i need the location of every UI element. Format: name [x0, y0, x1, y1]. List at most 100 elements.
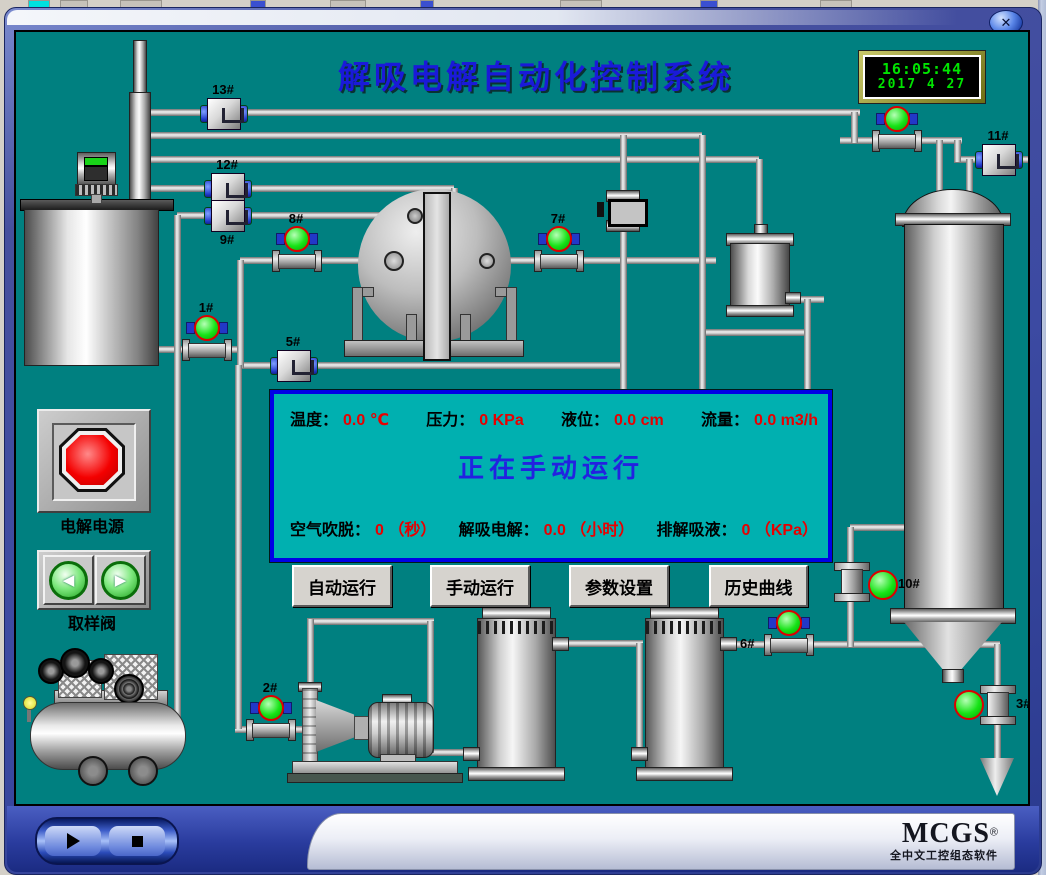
- vent-stack: [129, 92, 151, 210]
- power-button-panel: [37, 409, 151, 513]
- valve-1[interactable]: 1#: [182, 315, 230, 359]
- mixer-motor-lamp: [84, 157, 108, 166]
- sample-valve-label: 取样阀: [37, 610, 147, 634]
- pipe: [235, 365, 242, 729]
- metric-label: 温度：: [290, 412, 338, 429]
- valve-label: 7#: [538, 211, 578, 226]
- stop-button[interactable]: [109, 826, 165, 856]
- drain-arrow: [980, 758, 1014, 796]
- valve-body: [278, 254, 316, 269]
- valve-2[interactable]: 2#: [246, 695, 294, 739]
- valve-13[interactable]: 13#: [200, 98, 246, 128]
- pipe: [148, 132, 702, 139]
- filter-tank-outlet: [785, 292, 801, 304]
- metric-label: 压力：: [426, 412, 474, 429]
- valve-label: 3#: [1016, 696, 1030, 711]
- pump-base-shadow: [287, 773, 463, 783]
- inline-meter-bracket: [597, 202, 604, 217]
- valve-12[interactable]: 12#: [204, 173, 250, 203]
- timer-value: 0 （KPa）: [742, 522, 818, 539]
- valve-11[interactable]: 11#: [975, 144, 1021, 174]
- metric: 液位： 0.0 cm: [561, 406, 664, 430]
- column-outlet: [942, 669, 964, 683]
- valve-4[interactable]: 4#: [872, 106, 920, 150]
- run-status-text: 正在手动运行: [274, 448, 828, 485]
- mcgs-runtime-window: ✕: [4, 7, 1042, 875]
- valve-label: 12#: [204, 157, 250, 172]
- metrics-row: 温度： 0.0 ℃ 压力： 0 KPa 液位： 0.0 cm 流量：0.0 m3/h: [290, 406, 818, 430]
- column-skirt: [890, 608, 1016, 624]
- valve-7[interactable]: 7#: [534, 226, 582, 270]
- pipe: [148, 109, 860, 116]
- valve-label: 10#: [898, 576, 920, 591]
- pipe: [148, 185, 454, 192]
- auto-run-button[interactable]: 自动运行: [292, 565, 392, 607]
- metric: 流量：0.0 m3/h: [701, 406, 818, 430]
- mixer-motor-window: [84, 166, 108, 181]
- pulley: [60, 648, 90, 678]
- metric-value: 0 KPa: [479, 412, 523, 429]
- valve-status-lamp: [194, 315, 220, 341]
- sample-valve-close-button[interactable]: ▶: [95, 555, 146, 605]
- cell-base: [468, 767, 565, 781]
- cell-nozzle: [463, 747, 480, 761]
- pump-motor: [368, 702, 434, 758]
- valve-body: [770, 638, 808, 653]
- valve-body: [211, 200, 245, 232]
- filter-tank: [730, 243, 790, 309]
- valve-5[interactable]: 5#: [270, 350, 316, 380]
- electrolysis-cell-2: [645, 618, 724, 770]
- compressor-wheel: [78, 756, 108, 786]
- actuator-nub: [309, 233, 318, 245]
- pulley: [88, 658, 114, 684]
- manual-run-button[interactable]: 手动运行: [430, 565, 530, 607]
- sphere-column: [423, 192, 451, 361]
- history-curve-button[interactable]: 历史曲线: [709, 565, 808, 607]
- registered-mark: ®: [990, 827, 998, 839]
- metric-value: 0.0 ℃: [343, 412, 389, 429]
- brand-name: MCGS: [902, 818, 990, 849]
- runtime-status-bar: MCGS® 全中文工控组态软件: [7, 806, 1039, 872]
- metric: 温度： 0.0 ℃: [290, 406, 389, 430]
- clock-display: 16:05:44 2017 4 27: [863, 55, 981, 99]
- valve-status-lamp: [546, 226, 572, 252]
- vent-stack-top: [133, 40, 147, 98]
- pipe: [699, 135, 706, 420]
- valve-8[interactable]: 8#: [272, 226, 320, 270]
- inline-meter: [608, 199, 648, 227]
- actuator-nub: [571, 233, 580, 245]
- valve-flange: [834, 593, 870, 602]
- valve-status-lamp: [954, 690, 984, 720]
- pipe: [565, 640, 643, 647]
- cell-slots: [646, 621, 721, 634]
- metric-value: 0.0 cm: [614, 412, 664, 429]
- sample-valve-panel: ◀ ▶: [37, 550, 151, 610]
- metric: 压力： 0 KPa: [426, 406, 523, 430]
- valve-label: 9#: [204, 232, 250, 247]
- valve-body: [982, 144, 1016, 176]
- valve-6[interactable]: 6#: [764, 610, 812, 654]
- pipe-elbow: [407, 208, 423, 224]
- valve-9[interactable]: 9#: [204, 200, 250, 230]
- absorber-column: [904, 224, 1004, 610]
- sample-valve-open-button[interactable]: ◀: [43, 555, 94, 605]
- metric-label: 液位：: [561, 412, 609, 429]
- play-icon: [67, 833, 80, 849]
- cell-nozzle: [720, 637, 737, 651]
- electrolysis-power-button[interactable]: [66, 435, 118, 485]
- play-button[interactable]: [45, 826, 101, 856]
- pipe: [307, 618, 434, 625]
- cell-base: [636, 767, 733, 781]
- valve-body: [277, 350, 311, 382]
- drain-valve-stem: [27, 708, 31, 722]
- param-settings-button[interactable]: 参数设置: [569, 565, 669, 607]
- actuator-nub: [219, 322, 228, 334]
- valve-status-lamp: [284, 226, 310, 252]
- actuator-nub: [909, 113, 918, 125]
- dashboard-panel: 温度：0.0 ℃ 压力：0 KPa 液位：0.0 cm 流量：0.0 m3/h …: [270, 390, 832, 562]
- sphere-port: [384, 251, 404, 271]
- timer-value: 0 （秒）: [375, 522, 436, 539]
- stop-icon: [132, 836, 143, 847]
- valve-label: 8#: [276, 211, 316, 226]
- timer: 解吸电解：0.0 （小时）: [459, 516, 635, 540]
